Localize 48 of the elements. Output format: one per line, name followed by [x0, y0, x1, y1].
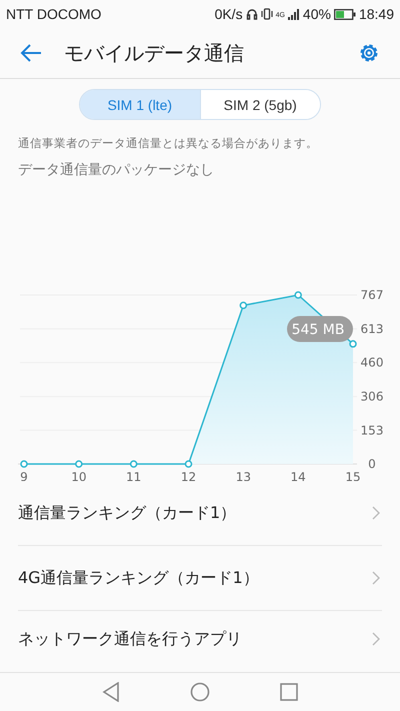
chevron-icon — [372, 571, 380, 585]
network-speed: 0K/s — [214, 6, 243, 22]
x-axis-label: 14 — [290, 470, 306, 481]
headset-icon — [246, 8, 258, 20]
settings-icon[interactable] — [358, 42, 380, 64]
menu-label: 4G通信量ランキング（カード1） — [18, 568, 259, 588]
x-axis-label: 12 — [180, 470, 196, 481]
chevron-icon — [372, 506, 380, 520]
data-point — [75, 460, 83, 468]
package-status: データ通信量のパッケージなし — [18, 161, 215, 179]
screen-title: モバイルデータ通信 — [64, 40, 245, 66]
menu-label: ネットワーク通信を行うアプリ — [18, 628, 242, 650]
y-axis-label: 460 — [360, 356, 384, 370]
carrier-name: NTT DOCOMO — [6, 6, 102, 22]
vibrate-icon — [260, 8, 273, 20]
y-axis-label: 153 — [360, 423, 384, 438]
menu-item[interactable]: 通信量ランキング（カード1） — [18, 481, 382, 546]
signal-icon — [288, 8, 300, 20]
data-point — [240, 302, 248, 310]
back-icon[interactable] — [102, 682, 120, 702]
data-point — [294, 291, 302, 299]
data-point — [130, 460, 138, 468]
data-point — [349, 340, 357, 348]
x-axis-label: 11 — [126, 470, 142, 481]
home-icon[interactable] — [190, 682, 210, 702]
x-axis-label: 10 — [71, 470, 86, 481]
clock: 18:49 — [358, 6, 394, 22]
y-axis-label: 0 — [368, 457, 376, 471]
x-axis-label: 13 — [236, 470, 251, 481]
annotation: 545 MB — [292, 322, 344, 338]
y-axis-label: 613 — [360, 322, 384, 336]
menu-item[interactable]: ネットワーク通信を行うアプリ — [18, 611, 382, 667]
chevron-icon — [372, 632, 380, 646]
y-axis-label: 767 — [360, 288, 384, 302]
menu-item[interactable]: 4G通信量ランキング（カード1） — [18, 546, 382, 611]
data-point — [20, 460, 28, 468]
back-arrow-icon[interactable] — [20, 44, 42, 62]
x-axis-label: 15 — [345, 470, 361, 481]
value-tooltip: 545 MB — [287, 316, 353, 342]
x-axis-label: 9 — [20, 470, 28, 481]
disclaimer-text: 通信事業者のデータ通信量とは異なる場合があります。 — [18, 136, 319, 151]
menu-label: 通信量ランキング（カード1） — [18, 502, 236, 524]
recents-icon[interactable] — [280, 683, 298, 701]
battery-icon — [334, 8, 356, 20]
sim-tab[interactable]: SIM 2 (5gb) — [200, 90, 320, 119]
battery-percent: 40% — [302, 6, 331, 22]
data-point — [184, 460, 192, 468]
y-axis-label: 306 — [360, 390, 384, 404]
